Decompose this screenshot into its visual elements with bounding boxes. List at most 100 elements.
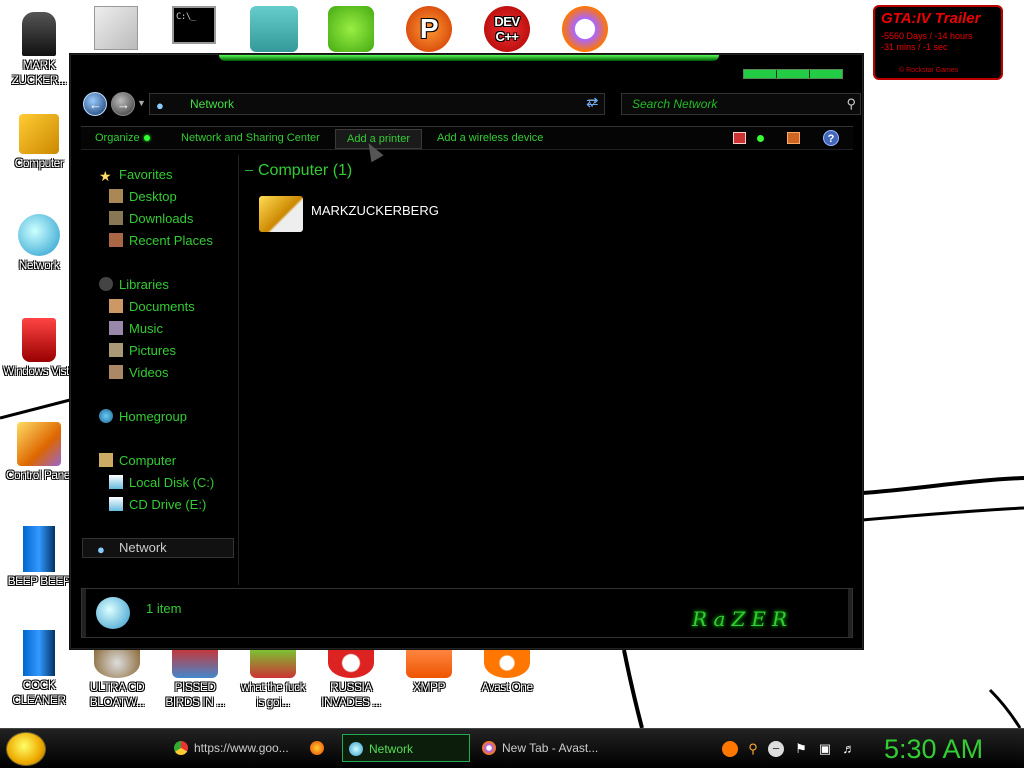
search-icon[interactable]: ⚲ bbox=[846, 94, 856, 114]
add-wireless-device-button[interactable]: Add a wireless device bbox=[437, 132, 543, 144]
gta-copyright: © Rockstar Games bbox=[899, 67, 959, 74]
sidebar-label: Network bbox=[119, 540, 167, 555]
sidebar-item-libraries[interactable]: Libraries bbox=[99, 277, 169, 292]
game-icon bbox=[250, 648, 296, 678]
sidebar-item-favorites[interactable]: ★ Favorites bbox=[99, 167, 172, 183]
chrome-icon bbox=[174, 741, 188, 755]
computer-icon bbox=[99, 453, 113, 467]
sidebar-item-documents[interactable]: Documents bbox=[109, 299, 195, 314]
flag-tray-icon[interactable]: ⚑ bbox=[793, 741, 809, 757]
sidebar-item-desktop[interactable]: Desktop bbox=[109, 189, 177, 204]
avast-tray-icon[interactable] bbox=[722, 741, 738, 757]
organize-button[interactable]: Organize bbox=[95, 132, 150, 144]
book-icon bbox=[23, 630, 55, 676]
desktop-icon-label: ULTRA CD BLOATW... bbox=[89, 680, 145, 709]
task-label: New Tab - Avast... bbox=[502, 741, 599, 755]
sidebar-item-homegroup[interactable]: Homegroup bbox=[99, 409, 187, 424]
desktop-icon-russia[interactable]: RUSSIA INVADES ... bbox=[314, 648, 388, 710]
clock[interactable]: 5:30 AM bbox=[884, 733, 983, 765]
desktop-icon-birds[interactable]: PISSED BIRDS IN ... bbox=[158, 648, 232, 710]
messenger-tray-icon[interactable]: − bbox=[768, 741, 784, 757]
gta-countdown-gadget[interactable]: GTA:IV Trailer -5560 Days / -14 hours -3… bbox=[873, 5, 1003, 80]
sidebar-item-videos[interactable]: Videos bbox=[109, 365, 169, 380]
desktop-icon-network[interactable]: Network bbox=[2, 214, 76, 273]
user-folder-icon bbox=[22, 12, 56, 56]
maximize-button[interactable] bbox=[777, 70, 810, 78]
task-label: https://www.goo... bbox=[194, 741, 289, 755]
minimize-button[interactable] bbox=[744, 70, 777, 78]
bad-piggies-icon[interactable] bbox=[314, 0, 388, 54]
item-count: 1 item bbox=[146, 601, 182, 616]
computer-item-label: MARKZUCKERBERG bbox=[311, 203, 439, 218]
sidebar-item-music[interactable]: Music bbox=[109, 321, 163, 336]
server-icon[interactable] bbox=[236, 0, 310, 54]
avast-vpn-icon[interactable] bbox=[548, 0, 622, 54]
cd-drive-icon bbox=[109, 497, 123, 511]
forward-button[interactable]: → bbox=[111, 92, 135, 116]
explorer-window: ← → ▼ ● Network ▽ ⇄ Search Network ⚲ Org… bbox=[70, 54, 863, 649]
sidebar-item-recent-places[interactable]: Recent Places bbox=[109, 233, 213, 248]
close-button[interactable] bbox=[810, 70, 842, 78]
desktop-icon-beep[interactable]: BEEP BEEP bbox=[2, 526, 76, 589]
sidebar-label: Local Disk (C:) bbox=[129, 475, 215, 490]
desktop-icon-game[interactable]: what the fuck is goi... bbox=[236, 648, 310, 710]
p-app-icon[interactable]: P bbox=[392, 0, 466, 54]
task-avast-tab[interactable]: New Tab - Avast... bbox=[476, 734, 604, 762]
desktop-icon-recycle[interactable]: Windows Vista bbox=[2, 318, 76, 379]
view-dropdown-icon[interactable] bbox=[757, 135, 764, 142]
task-label: Network bbox=[369, 742, 414, 756]
radiation-icon bbox=[328, 648, 374, 678]
group-header[interactable]: Computer (1) bbox=[245, 162, 352, 180]
computer-item[interactable]: MARKZUCKERBERG bbox=[259, 196, 439, 232]
cmd-icon[interactable]: C:\_ bbox=[158, 0, 232, 54]
search-input[interactable]: Search Network ⚲ bbox=[621, 93, 861, 115]
network-sharing-center-button[interactable]: Network and Sharing Center bbox=[181, 132, 320, 144]
refresh-icon[interactable]: ⇄ bbox=[586, 93, 599, 111]
dropdown-dot-icon bbox=[143, 135, 150, 142]
sidebar-item-network[interactable]: ● Network bbox=[82, 538, 234, 558]
desktop-icon-avast[interactable]: Avast One bbox=[470, 648, 544, 695]
globe-icon bbox=[18, 214, 60, 256]
control-panel-icon bbox=[17, 422, 61, 466]
desktop-icon-ultracd[interactable]: ULTRA CD BLOATW... bbox=[80, 648, 154, 710]
sidebar-item-pictures[interactable]: Pictures bbox=[109, 343, 176, 358]
sidebar-item-downloads[interactable]: Downloads bbox=[109, 211, 193, 226]
view-options-icon[interactable] bbox=[733, 132, 746, 144]
network-tray-icon[interactable]: ▣ bbox=[817, 741, 833, 757]
address-bar[interactable]: ● Network ▽ bbox=[149, 93, 605, 115]
desktop-icon-label: what the fuck is goi... bbox=[240, 680, 306, 709]
task-browser[interactable]: https://www.goo... bbox=[168, 734, 296, 762]
razer-logo: RaZER bbox=[692, 607, 793, 631]
desktop-icon-label: BEEP BEEP bbox=[7, 574, 71, 588]
book-icon bbox=[23, 526, 55, 572]
preview-pane-icon[interactable] bbox=[787, 132, 800, 144]
desktop-icon-xmpp[interactable]: XMPP bbox=[392, 648, 466, 695]
search-tray-icon[interactable]: ⚲ bbox=[745, 741, 761, 757]
dev-cpp-icon[interactable]: DEV C++ bbox=[470, 0, 544, 54]
recent-pages-dropdown[interactable]: ▼ bbox=[137, 98, 146, 108]
task-firefox[interactable] bbox=[304, 734, 336, 762]
desktop-icon-user[interactable]: MARK ZUCKER... bbox=[2, 12, 76, 88]
task-network[interactable]: Network bbox=[342, 734, 470, 762]
videos-icon bbox=[109, 365, 123, 379]
desktop-icon-cleaner[interactable]: COCK CLEANER bbox=[2, 630, 76, 708]
sidebar-item-cd-drive[interactable]: CD Drive (E:) bbox=[109, 497, 206, 512]
volume-tray-icon[interactable]: ♬ bbox=[841, 741, 857, 757]
network-globe-icon bbox=[96, 597, 130, 629]
start-button[interactable] bbox=[6, 732, 46, 766]
libraries-icon bbox=[99, 277, 113, 291]
documents-icon[interactable] bbox=[80, 0, 154, 54]
desktop-icon-label: XMPP bbox=[412, 680, 446, 694]
sidebar-label: CD Drive (E:) bbox=[129, 497, 207, 512]
sidebar-item-local-disk[interactable]: Local Disk (C:) bbox=[109, 475, 214, 490]
drive-icon bbox=[109, 475, 123, 489]
sidebar-item-computer[interactable]: Computer bbox=[99, 453, 176, 468]
desktop-icon-control-panel[interactable]: Control Panel bbox=[2, 422, 76, 483]
address-text: Network bbox=[190, 97, 235, 111]
recent-places-icon bbox=[109, 233, 123, 247]
help-icon[interactable]: ? bbox=[823, 130, 839, 146]
back-button[interactable]: ← bbox=[83, 92, 107, 116]
recycle-bin-icon bbox=[22, 318, 56, 362]
desktop-icon-computer[interactable]: Computer bbox=[2, 114, 76, 171]
desktop-icon-label: Windows Vista bbox=[3, 364, 75, 378]
